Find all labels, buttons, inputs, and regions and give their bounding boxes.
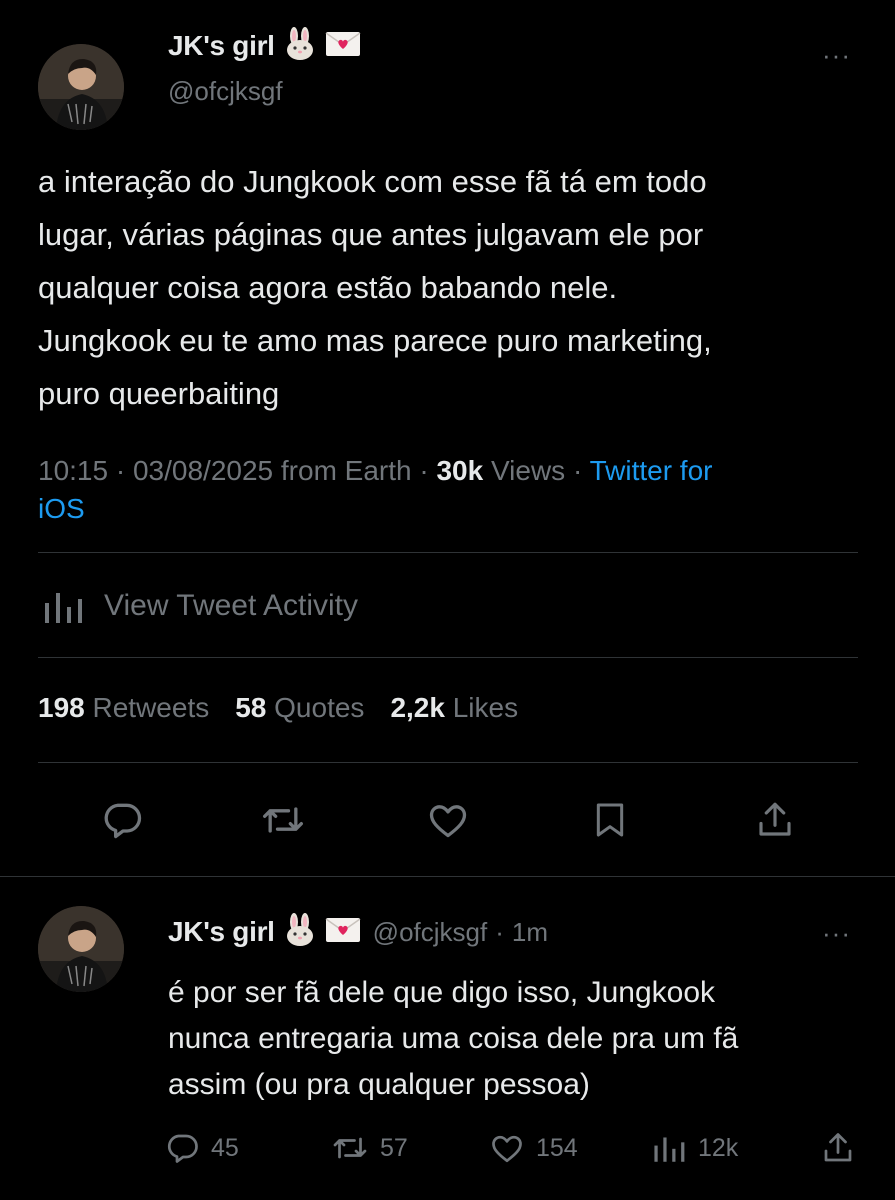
bookmark-icon [596,803,624,837]
view-tweet-activity-label: View Tweet Activity [104,589,359,622]
tweet-source-link-cont[interactable]: iOS [38,490,868,528]
retweet-icon [263,807,303,833]
tweet-meta: 10:15 · 03/08/2025 from Earth · 30k View… [38,452,868,528]
rabbit-emoji-icon [283,26,317,66]
tweet-text-line: lugar, várias páginas que antes julgavam… [38,217,704,252]
quotes-stat[interactable]: 58 Quotes [235,692,364,724]
author-avatar[interactable] [38,44,124,130]
reply-icon [167,1134,198,1163]
like-count: 154 [536,1133,578,1162]
tweet-date[interactable]: 03/08/2025 [133,455,273,486]
views-label: Views [490,455,566,486]
tweet-source-link[interactable]: Twitter for [590,455,713,486]
reply-text-line: nunca entregaria uma coisa dele pra um f… [168,1022,739,1055]
reply-count: 45 [211,1133,239,1162]
share-button[interactable] [750,795,800,845]
rabbit-emoji-icon [283,912,317,952]
reply-views-button[interactable]: 12k [652,1128,738,1168]
divider [38,552,858,553]
reply-timestamp[interactable]: 1m [512,917,548,948]
love-letter-emoji-icon [325,30,361,63]
reply-author-name[interactable]: JK's girl [168,916,275,948]
share-icon [824,1133,852,1162]
more-options-icon[interactable]: ··· [822,40,851,71]
likes-stat[interactable]: 2,2k Likes [390,692,518,724]
reply-more-options-icon[interactable]: ··· [822,918,851,949]
retweets-stat[interactable]: 198 Retweets [38,692,209,724]
author-name[interactable]: JK's girl [168,30,275,62]
bookmark-button[interactable] [585,795,635,845]
analytics-icon [654,1137,685,1162]
reply-reply-button[interactable]: 45 [165,1128,239,1168]
share-icon [759,802,791,836]
reply-icon [104,803,142,839]
reply-author-avatar[interactable] [38,906,124,992]
tweet-text-line: a interação do Jungkook com esse fã tá e… [38,164,707,199]
reply-text-line: é por ser fã dele que digo isso, Jungkoo… [168,976,716,1009]
reply-like-button[interactable]: 154 [488,1128,578,1168]
divider [38,657,858,658]
retweet-button[interactable] [258,795,308,845]
tweet-separator [0,876,895,877]
engagement-stats: 198 Retweets 58 Quotes 2,2k Likes [38,692,518,724]
love-letter-emoji-icon [325,916,361,949]
like-icon [492,1135,522,1163]
retweet-icon [333,1137,367,1159]
tweet-location: from Earth [280,455,412,486]
views-count: 30k [436,455,484,486]
retweet-count: 57 [380,1133,408,1162]
tweet-time[interactable]: 10:15 [38,455,108,486]
tweet-text-line: Jungkook eu te amo mas parece puro marke… [38,323,712,358]
reply-button[interactable] [98,795,148,845]
views-count: 12k [698,1133,739,1162]
divider [38,762,858,763]
reply-text-line: assim (ou pra qualquer pessoa) [168,1068,590,1101]
reply-retweet-button[interactable]: 57 [330,1128,408,1168]
reply-share-button[interactable] [820,1128,856,1168]
reply-author-handle[interactable]: @ofcjksgf [373,917,488,948]
reply-text: é por ser fã dele que digo isso, Jungkoo… [168,970,868,1108]
tweet-text-line: puro queerbaiting [38,376,280,411]
view-tweet-activity-button[interactable]: View Tweet Activity [42,585,358,627]
like-icon [429,805,467,838]
author-handle[interactable]: @ofcjksgf [168,76,283,107]
tweet-text: a interação do Jungkook com esse fã tá e… [38,155,868,420]
tweet-text-line: qualquer coisa agora estão babando nele. [38,270,618,305]
analytics-icon [42,589,84,623]
like-button[interactable] [423,795,473,845]
